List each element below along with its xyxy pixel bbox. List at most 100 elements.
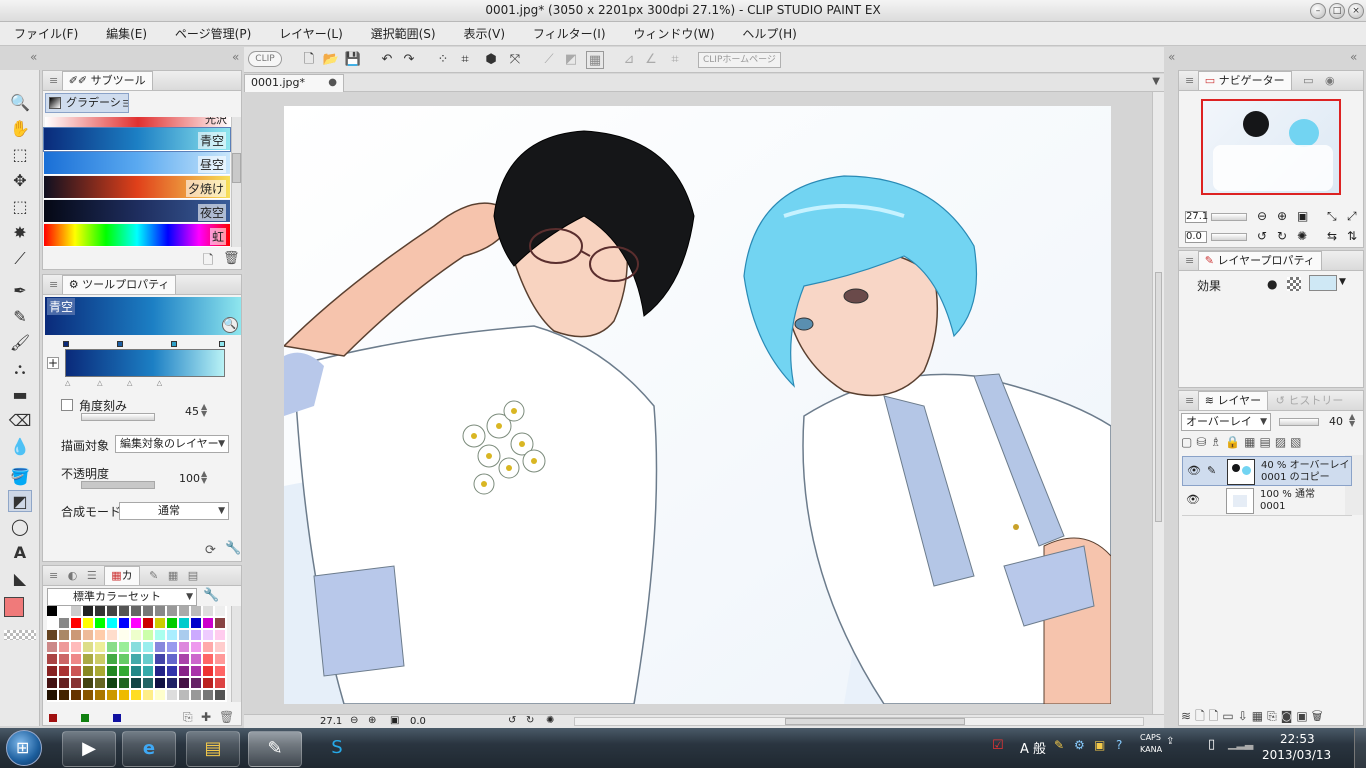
clock-time[interactable]: 22:53 <box>1280 732 1315 746</box>
gradient-item[interactable]: 夜空 <box>44 200 230 223</box>
color-swatch[interactable] <box>131 606 142 617</box>
item-bank-tab-icon[interactable]: ◉ <box>1325 74 1335 87</box>
artwork-canvas[interactable] <box>284 106 1111 704</box>
canvas-horizontal-scrollbar[interactable] <box>574 717 1144 726</box>
gradient-tool-icon[interactable]: ◩ <box>8 490 32 512</box>
blend-tool-icon[interactable]: 💧 <box>8 436 32 458</box>
color-swatch[interactable] <box>59 618 70 629</box>
color-swatch[interactable] <box>143 678 154 689</box>
tool-property-tab[interactable]: ⚙ ツールプロパティ <box>61 275 177 294</box>
color-swatch[interactable] <box>179 654 190 665</box>
color-swatch[interactable] <box>203 678 214 689</box>
tray-ime-pad-icon[interactable]: ✎ <box>1054 738 1064 752</box>
magic-wand-icon[interactable]: ✸ <box>8 222 32 244</box>
gradient-item[interactable]: 虹 <box>44 224 230 247</box>
transform-icon[interactable]: ⁘ <box>434 51 452 69</box>
color-swatch[interactable] <box>215 666 226 677</box>
new-vector-layer-icon[interactable]: 🗋 <box>1209 709 1223 723</box>
navigator-rotate-slider[interactable] <box>1211 233 1247 241</box>
gradient-item[interactable]: 夕焼け <box>44 176 230 199</box>
color-swatch[interactable] <box>107 654 118 665</box>
collapse-left2-icon[interactable]: « <box>232 50 239 64</box>
navigator-tab[interactable]: ▭ ナビゲーター <box>1197 71 1292 90</box>
duplicate-icon[interactable]: ⎘ <box>1267 709 1281 723</box>
color-swatch[interactable] <box>179 630 190 641</box>
clip-home-button[interactable]: CLIPホームページ <box>698 52 781 68</box>
panel-menu-icon[interactable]: ≡ <box>49 278 58 291</box>
color-swatch[interactable] <box>71 654 82 665</box>
menu-selection[interactable]: 選択範囲(S) <box>361 22 446 46</box>
navigator-thumbnail[interactable] <box>1201 99 1341 195</box>
tab-list-icon[interactable]: ▼ <box>1152 76 1160 87</box>
panel-menu-icon[interactable]: ≡ <box>49 74 58 87</box>
color-swatch[interactable] <box>179 618 190 629</box>
color-swatch[interactable] <box>191 666 202 677</box>
opacity-stops[interactable]: △ △ △ △ <box>65 379 225 387</box>
minimize-button[interactable]: – <box>1310 3 1326 19</box>
menu-filter[interactable]: フィルター(I) <box>523 22 616 46</box>
canvas-vscroll-thumb[interactable] <box>1155 272 1162 522</box>
panel-menu-icon[interactable]: ≡ <box>49 569 58 582</box>
scale-icon[interactable]: ⤧ <box>506 51 524 69</box>
maximize-button[interactable]: □ <box>1329 3 1345 19</box>
color-swatch[interactable] <box>167 666 178 677</box>
approx-color-icon[interactable]: ▦ <box>168 569 178 582</box>
balloon-tool-icon[interactable]: ◣ <box>8 568 32 590</box>
menu-help[interactable]: ヘルプ(H) <box>732 22 806 46</box>
tab-close-icon[interactable]: ● <box>328 75 337 91</box>
media-player-taskbar-icon[interactable]: ▶ <box>62 731 116 767</box>
color-swatch[interactable] <box>131 678 142 689</box>
color-swatch[interactable] <box>191 642 202 653</box>
color-swatch[interactable] <box>95 666 106 677</box>
airbrush-tool-icon[interactable]: ⛬ <box>8 358 32 380</box>
color-swatch[interactable] <box>131 654 142 665</box>
menu-view[interactable]: 表示(V) <box>453 22 515 46</box>
color-swatch[interactable] <box>167 630 178 641</box>
color-swatch[interactable] <box>155 690 166 701</box>
color-swatch[interactable] <box>203 630 214 641</box>
color-swatch[interactable] <box>47 630 58 641</box>
pen-tool-icon[interactable]: ✒ <box>8 280 32 302</box>
color-swatch[interactable] <box>143 606 154 617</box>
color-swatch[interactable] <box>83 678 94 689</box>
color-swatch[interactable] <box>107 690 118 701</box>
color-stop-3[interactable] <box>171 341 177 347</box>
color-swatch[interactable] <box>155 654 166 665</box>
color-swatch[interactable] <box>107 618 118 629</box>
layer-opacity-slider[interactable] <box>1279 418 1319 426</box>
color-swatch[interactable] <box>203 606 214 617</box>
color-swatch[interactable] <box>83 690 94 701</box>
selection-tool-icon[interactable]: ⬚ <box>8 196 32 218</box>
start-button[interactable]: ⊞ <box>6 730 42 766</box>
color-swatch[interactable] <box>215 618 226 629</box>
add-color-icon[interactable]: ✚ <box>201 710 211 724</box>
blend-mode-select[interactable]: 通常 <box>119 502 229 520</box>
color-swatch[interactable] <box>83 606 94 617</box>
angle-step-spinner[interactable]: ▲ ▼ <box>201 403 207 418</box>
color-swatch[interactable] <box>107 666 118 677</box>
color-swatch[interactable] <box>203 666 214 677</box>
effect-color-swatch[interactable] <box>1309 275 1337 291</box>
history-color-icon[interactable]: ▤ <box>188 569 198 582</box>
main-color-swatch[interactable] <box>4 597 24 617</box>
angle-step-checkbox[interactable] <box>61 399 73 411</box>
color-swatch[interactable] <box>191 654 202 665</box>
lock-icon[interactable]: 🔒 <box>1225 435 1244 449</box>
fill-icon[interactable]: ⬢ <box>482 51 500 69</box>
color-swatch[interactable] <box>215 630 226 641</box>
color-swatch[interactable] <box>47 606 58 617</box>
gradient-preview[interactable]: 青空 🔍 <box>45 297 241 335</box>
color-swatch[interactable] <box>131 618 142 629</box>
status-zoom-in-icon[interactable]: ⊕ <box>368 715 376 727</box>
lock-transparency-icon[interactable]: ▦ <box>1244 435 1259 449</box>
eraser-tool-icon[interactable]: ⌫ <box>8 410 32 432</box>
navigator-reset-rotate-icon[interactable]: ✺ <box>1297 229 1307 243</box>
color-stop-2[interactable] <box>117 341 123 347</box>
tray-overflow-icon[interactable]: ⇪ <box>1166 736 1174 747</box>
gradient-row-partial[interactable]: 光沢 <box>45 117 231 127</box>
color-swatch[interactable] <box>95 690 106 701</box>
color-swatch[interactable] <box>95 606 106 617</box>
color-swatch[interactable] <box>215 642 226 653</box>
decoration-tool-icon[interactable]: ▬ <box>8 384 32 406</box>
color-set-tab[interactable]: ▦カ <box>104 566 140 585</box>
